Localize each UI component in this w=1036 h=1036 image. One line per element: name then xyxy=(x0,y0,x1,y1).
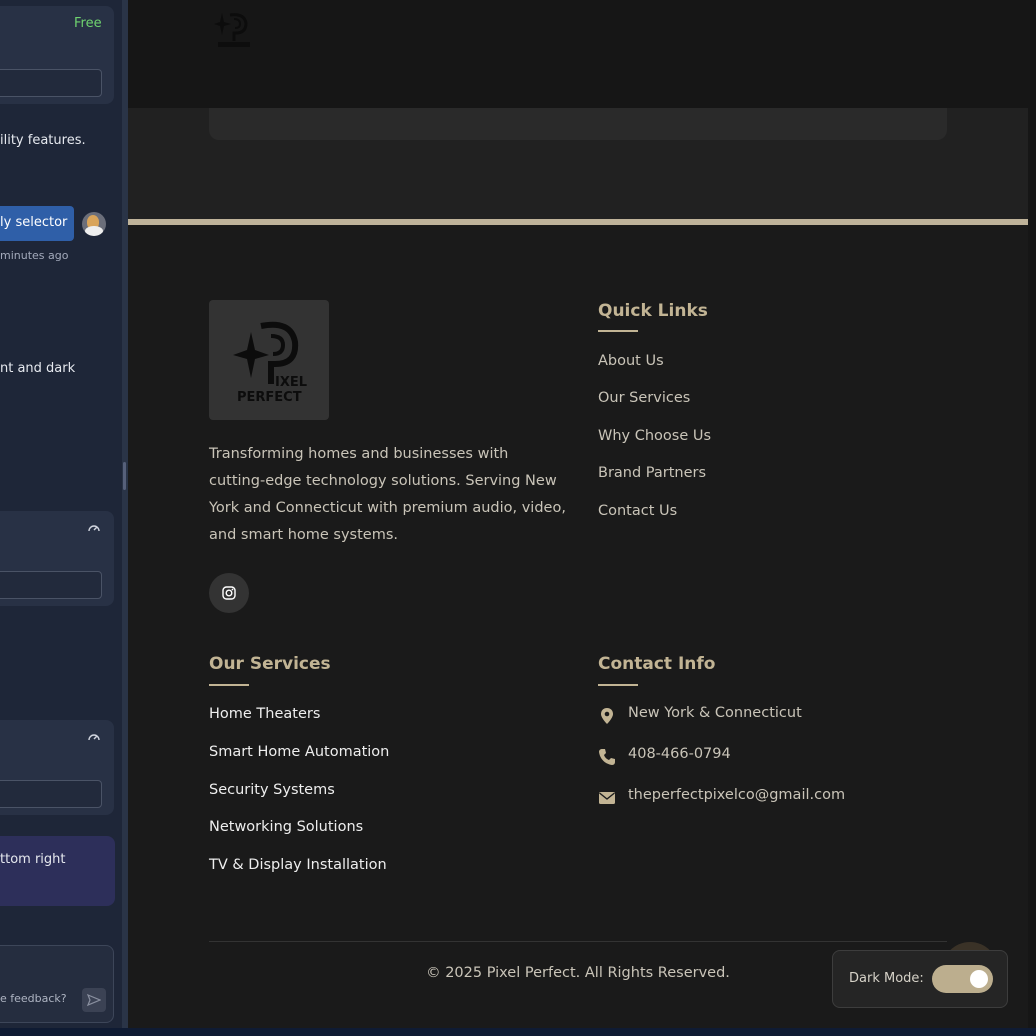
contact-underline xyxy=(598,684,638,686)
footer-divider xyxy=(209,941,947,942)
footer-logo[interactable]: IXEL PERFECT xyxy=(209,300,329,420)
svg-text:IXEL: IXEL xyxy=(275,375,307,390)
send-icon xyxy=(87,993,101,1007)
tool-card-2 xyxy=(0,720,114,815)
svg-text:PERFECT: PERFECT xyxy=(237,390,302,405)
pixel-perfect-logo-icon: IXEL PERFECT xyxy=(233,321,307,405)
plan-card: Free xyxy=(0,6,114,104)
map-pin-icon xyxy=(601,708,613,724)
user-message-chip-label: ly selector xyxy=(0,215,68,230)
footer-description: Transforming homes and businesses with c… xyxy=(209,446,566,543)
feature-message-text: ility features. xyxy=(0,133,86,148)
position-message-text: ttom right xyxy=(0,852,66,867)
quick-link-our-services[interactable]: Our Services xyxy=(598,390,690,406)
dark-mode-toggle[interactable] xyxy=(932,965,993,993)
screen: Free ility features. ly selector minutes… xyxy=(0,0,1036,1036)
contact-email-text: theperfectpixelco@gmail.com xyxy=(628,787,846,803)
tool-input-2[interactable] xyxy=(0,780,102,808)
tool-input-1[interactable] xyxy=(0,571,102,599)
instagram-button[interactable] xyxy=(209,573,249,613)
plan-input[interactable] xyxy=(0,69,102,97)
service-link-networking[interactable]: Networking Solutions xyxy=(209,819,363,835)
quick-link-why-choose-us[interactable]: Why Choose Us xyxy=(598,428,711,444)
phone-icon xyxy=(599,749,615,765)
quick-links-underline xyxy=(598,330,638,332)
avatar xyxy=(82,212,106,236)
dark-mode-label: Dark Mode: xyxy=(849,971,924,986)
toggle-knob xyxy=(970,970,988,988)
section-divider xyxy=(128,219,1028,225)
gauge-icon xyxy=(88,525,100,532)
contact-phone-text: 408-466-0794 xyxy=(628,746,731,762)
send-button[interactable] xyxy=(82,988,106,1012)
highlight-message-card: ttom right xyxy=(0,836,115,906)
quick-links-heading: Quick Links xyxy=(598,301,708,321)
contact-location-text: New York & Connecticut xyxy=(628,705,802,721)
services-heading: Our Services xyxy=(209,654,331,674)
service-link-tv-display[interactable]: TV & Display Installation xyxy=(209,857,387,873)
feedback-box[interactable]: e feedback? xyxy=(0,945,114,1023)
contact-heading: Contact Info xyxy=(598,654,716,674)
chat-panel: Free ility features. ly selector minutes… xyxy=(0,0,122,1036)
window-edge xyxy=(1028,0,1036,1036)
quick-link-contact-us[interactable]: Contact Us xyxy=(598,503,677,519)
tool-card-1 xyxy=(0,511,114,606)
service-link-security[interactable]: Security Systems xyxy=(209,782,335,798)
feedback-placeholder: e feedback? xyxy=(0,992,67,1005)
instagram-icon xyxy=(222,586,236,600)
gauge-icon xyxy=(88,734,100,741)
dark-mode-widget: Dark Mode: xyxy=(832,950,1008,1008)
header-logo[interactable] xyxy=(214,9,254,49)
envelope-icon xyxy=(599,792,615,804)
user-message-chip[interactable]: ly selector xyxy=(0,206,74,241)
service-link-home-theaters[interactable]: Home Theaters xyxy=(209,706,320,722)
quick-link-brand-partners[interactable]: Brand Partners xyxy=(598,465,706,481)
quick-link-about-us[interactable]: About Us xyxy=(598,353,664,369)
services-underline xyxy=(209,684,249,686)
service-link-smart-home[interactable]: Smart Home Automation xyxy=(209,744,389,760)
message-timestamp: minutes ago xyxy=(0,249,69,262)
previous-section xyxy=(128,98,1028,220)
resize-handle[interactable] xyxy=(123,462,126,490)
plan-badge: Free xyxy=(74,16,102,31)
dark-mode-message-text: nt and dark xyxy=(0,361,76,376)
window-bottom-edge xyxy=(0,1028,1036,1036)
site-header xyxy=(128,0,1028,108)
website-viewport: IXEL PERFECT Transforming homes and busi… xyxy=(128,0,1028,1028)
